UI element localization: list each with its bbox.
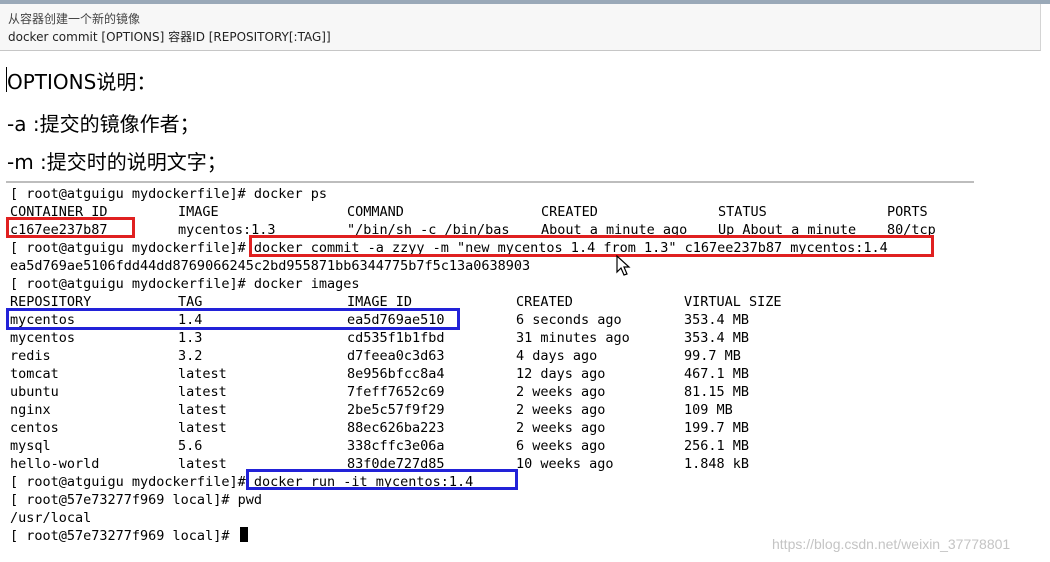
images-row-virtual-size: 353.4 MB (684, 330, 750, 346)
images-row-image-id: cd535f1b1fbd (347, 330, 445, 346)
watermark: https://blog.csdn.net/weixin_37778801 (772, 536, 1011, 552)
ps-header-ports: PORTS (887, 204, 928, 220)
images-header-created: CREATED (516, 294, 573, 310)
option-m-description: -m :提交时的说明文字； (7, 150, 227, 174)
images-row-created: 31 minutes ago (516, 330, 630, 346)
images-row-image-id: 338cffc3e06a (347, 438, 445, 454)
images-header-virtual-size: VIRTUAL SIZE (684, 294, 782, 310)
ps-header-command: COMMAND (347, 204, 404, 220)
images-row-tag: latest (178, 366, 227, 382)
images-row-tag: latest (178, 420, 227, 436)
container-id-highlight (6, 217, 135, 238)
note-title: 从容器创建一个新的镜像 (8, 12, 141, 26)
pwd-output: /usr/local (10, 510, 92, 526)
commit-hash-output: ea5d769ae5106fdd44dd8769066245c2bd955871… (10, 258, 531, 274)
commit-command-highlight (249, 235, 934, 257)
ps-header-status: STATUS (718, 204, 767, 220)
images-row-created: 2 weeks ago (516, 420, 606, 436)
images-row-repository: hello-world (10, 456, 100, 472)
images-row-repository: tomcat (10, 366, 59, 382)
images-row-tag: latest (178, 402, 227, 418)
images-row-repository: centos (10, 420, 59, 436)
images-row-virtual-size: 353.4 MB (684, 312, 750, 328)
images-row-virtual-size: 1.848 kB (684, 456, 750, 472)
mouse-pointer-icon (616, 255, 631, 276)
final-prompt: [ root@57e73277f969 local]# (10, 528, 238, 544)
images-row-virtual-size: 256.1 MB (684, 438, 750, 454)
images-row-created: 2 weeks ago (516, 384, 606, 400)
ps-command-line: [ root@atguigu mydockerfile]# docker ps (10, 186, 327, 202)
images-row-created: 10 weeks ago (516, 456, 614, 472)
option-a-description: -a :提交的镜像作者； (7, 112, 200, 136)
images-row-image-id: 2be5c57f9f29 (347, 402, 445, 418)
options-heading: OPTIONS说明： (7, 70, 157, 94)
images-row-image-id: 7feff7652c69 (347, 384, 445, 400)
images-row-created: 2 weeks ago (516, 402, 606, 418)
images-row-tag: 3.2 (178, 348, 203, 364)
images-row-created: 4 days ago (516, 348, 598, 364)
images-row-repository: redis (10, 348, 51, 364)
images-row-repository: mycentos (10, 330, 76, 346)
note-box: 从容器创建一个新的镜像 docker commit [OPTIONS] 容器ID… (0, 4, 1041, 51)
images-row-image-id: 8e956bfcc8a4 (347, 366, 445, 382)
new-image-row-highlight (6, 308, 460, 330)
images-command-line: [ root@atguigu mydockerfile]# docker ima… (10, 276, 360, 292)
note-syntax: docker commit [OPTIONS] 容器ID [REPOSITORY… (8, 30, 331, 44)
images-row-image-id: d7feea0c3d63 (347, 348, 445, 364)
images-row-repository: nginx (10, 402, 51, 418)
terminal-cursor (239, 527, 248, 542)
images-row-repository: mysql (10, 438, 51, 454)
images-row-created: 6 seconds ago (516, 312, 622, 328)
images-row-virtual-size: 99.7 MB (684, 348, 741, 364)
images-row-created: 12 days ago (516, 366, 606, 382)
images-row-virtual-size: 109 MB (684, 402, 733, 418)
images-row-repository: ubuntu (10, 384, 59, 400)
images-row-virtual-size: 467.1 MB (684, 366, 750, 382)
images-row-image-id: 88ec626ba223 (347, 420, 445, 436)
images-row-tag: 1.3 (178, 330, 203, 346)
images-row-created: 6 weeks ago (516, 438, 606, 454)
pwd-command-line: [ root@57e73277f969 local]# pwd (10, 492, 262, 508)
ps-header-image: IMAGE (178, 204, 219, 220)
run-command-highlight (246, 469, 518, 490)
images-row-virtual-size: 81.15 MB (684, 384, 750, 400)
images-row-tag: 5.6 (178, 438, 203, 454)
images-row-tag: latest (178, 384, 227, 400)
final-prompt-line: [ root@57e73277f969 local]# (10, 527, 248, 545)
images-row-tag: latest (178, 456, 227, 472)
images-row-virtual-size: 199.7 MB (684, 420, 750, 436)
ps-header-created: CREATED (541, 204, 598, 220)
